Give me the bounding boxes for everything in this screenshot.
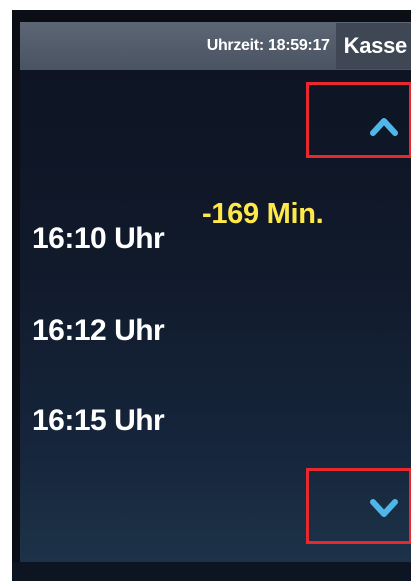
header-bar: Uhrzeit: 18:59:17 Kasse <box>20 22 411 70</box>
bezel-bottom <box>12 562 411 581</box>
departure-row-1: 16:10 Uhr <box>32 222 165 256</box>
kasse-button[interactable]: Kasse <box>335 23 411 69</box>
departure-time: 16:12 Uhr <box>32 314 165 347</box>
clock-readout: Uhrzeit: 18:59:17 <box>206 37 330 54</box>
departure-time: 16:10 Uhr <box>32 222 165 255</box>
scroll-down-button[interactable] <box>306 468 411 544</box>
departure-row-2: 16:12 Uhr <box>32 314 165 348</box>
delay-badge: -169 Min. <box>202 198 324 230</box>
chevron-down-icon <box>370 499 398 517</box>
photo-frame: Uhrzeit: 18:59:17 Kasse 16:10 Uhr -169 M… <box>0 0 411 581</box>
departure-time: 16:15 Uhr <box>32 404 165 437</box>
chevron-up-icon <box>370 118 398 136</box>
kiosk-screen: Uhrzeit: 18:59:17 Kasse 16:10 Uhr -169 M… <box>20 22 411 571</box>
departure-row-3: 16:15 Uhr <box>32 404 165 438</box>
scroll-up-button[interactable] <box>306 82 411 158</box>
